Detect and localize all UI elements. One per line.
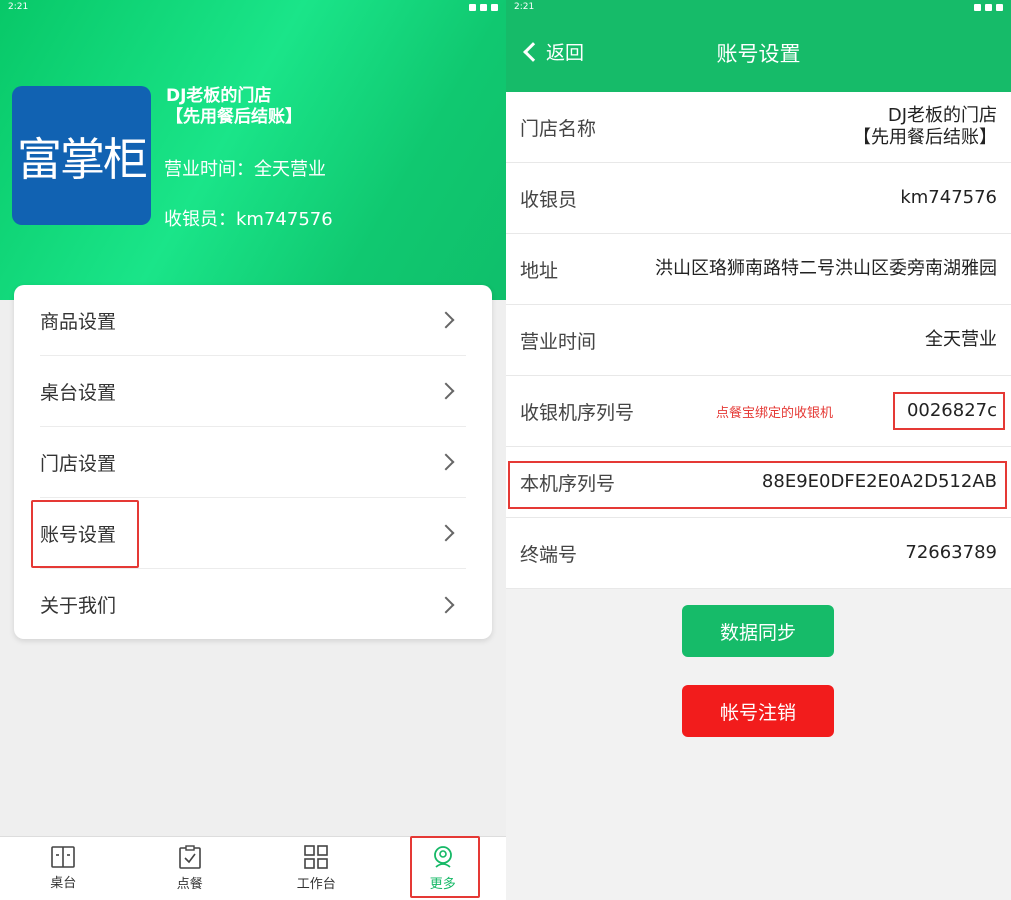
highlight-tab-more — [410, 836, 480, 898]
menu-item-about-us[interactable]: 关于我们 — [40, 569, 466, 640]
chevron-right-icon — [437, 524, 455, 542]
highlight-device-serial — [508, 461, 1007, 509]
chevron-right-icon — [437, 311, 455, 329]
status-bar: 2:21 — [506, 0, 1011, 14]
chevron-right-icon — [437, 382, 455, 400]
highlight-account-settings — [31, 500, 139, 568]
menu-item-table-settings[interactable]: 桌台设置 — [40, 356, 466, 427]
store-logo: 富掌柜 — [12, 86, 151, 225]
row-business-hours: 营业时间 全天营业 — [506, 305, 1011, 376]
nav-bar: 2:21 返回 账号设置 — [506, 0, 1011, 92]
tables-icon — [51, 846, 76, 868]
row-store-name: 门店名称 DJ老板的门店 【先用餐后结账】 — [506, 92, 1011, 163]
tab-workbench[interactable]: 工作台 — [253, 837, 380, 900]
account-settings-screen: 2:21 返回 账号设置 门店名称 DJ老板的门店 【先用餐后结账】 收银员 k… — [506, 0, 1011, 900]
menu-item-store-settings[interactable]: 门店设置 — [40, 427, 466, 498]
settings-menu: 商品设置 桌台设置 门店设置 账号设置 关于我们 — [14, 285, 492, 639]
row-cashier: 收银员 km747576 — [506, 163, 1011, 234]
more-screen: 2:21 富掌柜 DJ老板的门店 【先用餐后结账】 营业时间：全天营业 收银员：… — [0, 0, 506, 900]
row-terminal-number: 终端号 72663789 — [506, 518, 1011, 589]
status-icons — [974, 3, 1003, 11]
status-icons — [469, 3, 498, 11]
data-sync-button[interactable]: 数据同步 — [682, 605, 834, 657]
order-clipboard-icon — [178, 845, 201, 869]
status-time: 2:21 — [8, 2, 29, 12]
status-bar: 2:21 — [0, 0, 506, 14]
store-name: DJ老板的门店 【先用餐后结账】 — [166, 86, 302, 127]
chevron-right-icon — [437, 453, 455, 471]
store-header: 2:21 富掌柜 DJ老板的门店 【先用餐后结账】 营业时间：全天营业 收银员：… — [0, 0, 506, 300]
tab-tables[interactable]: 桌台 — [0, 837, 127, 900]
row-address: 地址 洪山区珞狮南路特二号洪山区委旁南湖雅园 — [506, 234, 1011, 305]
status-time: 2:21 — [514, 2, 535, 12]
page-title: 账号设置 — [716, 42, 801, 66]
chevron-right-icon — [437, 596, 455, 613]
grid-icon — [304, 845, 329, 869]
annotation-note: 点餐宝绑定的收银机 — [716, 405, 834, 421]
tab-order[interactable]: 点餐 — [127, 837, 254, 900]
business-hours: 营业时间：全天营业 — [164, 159, 326, 180]
highlight-cash-register-serial — [893, 392, 1005, 430]
logout-button[interactable]: 帐号注销 — [682, 685, 834, 737]
menu-item-product-settings[interactable]: 商品设置 — [40, 285, 466, 356]
account-info-list: 门店名称 DJ老板的门店 【先用餐后结账】 收银员 km747576 地址 洪山… — [506, 92, 1011, 589]
cashier-info: 收银员：km747576 — [164, 209, 333, 230]
